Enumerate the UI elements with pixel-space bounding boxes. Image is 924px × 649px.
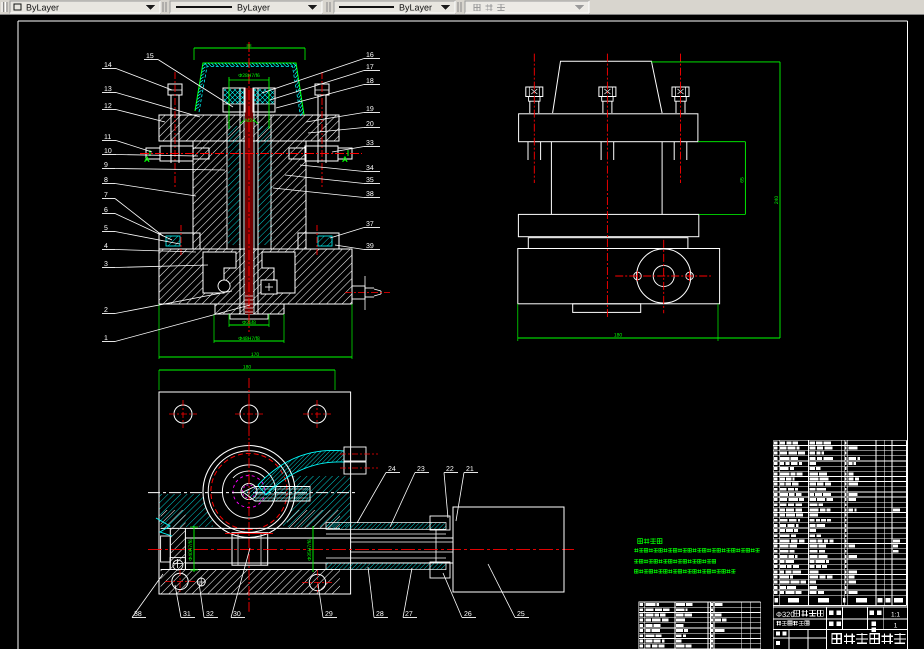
svg-text:21: 21 — [466, 466, 474, 473]
svg-text:35: 35 — [366, 177, 374, 184]
svg-text:Φ48H7/f8: Φ48H7/f8 — [238, 336, 260, 342]
svg-text:31: 31 — [183, 611, 191, 618]
svg-text:Φ35H7/f6: Φ35H7/f6 — [307, 539, 313, 561]
svg-text:10: 10 — [104, 148, 112, 155]
svg-text:37: 37 — [366, 221, 374, 228]
svg-text:88: 88 — [246, 43, 252, 48]
svg-text:20: 20 — [366, 121, 374, 128]
svg-text:24: 24 — [388, 466, 396, 473]
svg-text:39: 39 — [366, 243, 374, 250]
svg-text:6: 6 — [104, 207, 108, 214]
svg-text:32: 32 — [206, 611, 214, 618]
svg-text:2: 2 — [104, 307, 108, 314]
svg-text:34: 34 — [366, 165, 374, 172]
svg-text:Φ28H7/f6: Φ28H7/f6 — [238, 73, 260, 79]
svg-text:29: 29 — [325, 611, 333, 618]
svg-text:28: 28 — [376, 611, 384, 618]
svg-text:180: 180 — [614, 333, 623, 339]
svg-text:M24: M24 — [245, 118, 255, 124]
svg-text:19: 19 — [366, 106, 374, 113]
svg-text:Φ320: Φ320 — [776, 610, 795, 619]
svg-text:A: A — [144, 155, 150, 164]
svg-text:26: 26 — [464, 611, 472, 618]
svg-text:A: A — [342, 155, 348, 164]
svg-text:4: 4 — [104, 243, 108, 250]
svg-text:14: 14 — [104, 62, 112, 69]
svg-text:8: 8 — [104, 177, 108, 184]
svg-text:ByLayer: ByLayer — [237, 3, 270, 13]
svg-text:9: 9 — [104, 162, 108, 169]
svg-text:240: 240 — [774, 196, 780, 205]
svg-text:27: 27 — [405, 611, 413, 618]
svg-text:13: 13 — [104, 86, 112, 93]
svg-text:5: 5 — [104, 225, 108, 232]
svg-text:38: 38 — [366, 191, 374, 198]
svg-text:38: 38 — [134, 611, 142, 618]
svg-text:7: 7 — [104, 192, 108, 199]
svg-text:25: 25 — [517, 611, 525, 618]
svg-text:Φ40H7/f6: Φ40H7/f6 — [188, 539, 194, 561]
svg-text:3: 3 — [104, 261, 108, 268]
svg-text:ByLayer: ByLayer — [399, 3, 432, 13]
svg-text:11: 11 — [104, 134, 111, 141]
svg-text:12: 12 — [104, 103, 112, 110]
svg-text:65: 65 — [740, 177, 746, 183]
svg-text:1: 1 — [894, 623, 898, 630]
svg-text:16: 16 — [366, 52, 374, 59]
svg-text:170: 170 — [251, 352, 260, 358]
svg-text:23: 23 — [417, 466, 425, 473]
svg-text:33: 33 — [366, 140, 374, 147]
svg-text:15: 15 — [146, 53, 154, 60]
svg-text:ByLayer: ByLayer — [26, 3, 59, 13]
svg-text:1:1: 1:1 — [891, 612, 900, 619]
svg-text:18: 18 — [366, 78, 374, 85]
svg-text:1: 1 — [104, 335, 108, 342]
svg-text:180: 180 — [243, 365, 252, 371]
svg-text:22: 22 — [446, 466, 454, 473]
svg-text:30: 30 — [233, 611, 241, 618]
svg-text:17: 17 — [366, 64, 374, 71]
svg-text:Φ25f8: Φ25f8 — [242, 320, 256, 326]
